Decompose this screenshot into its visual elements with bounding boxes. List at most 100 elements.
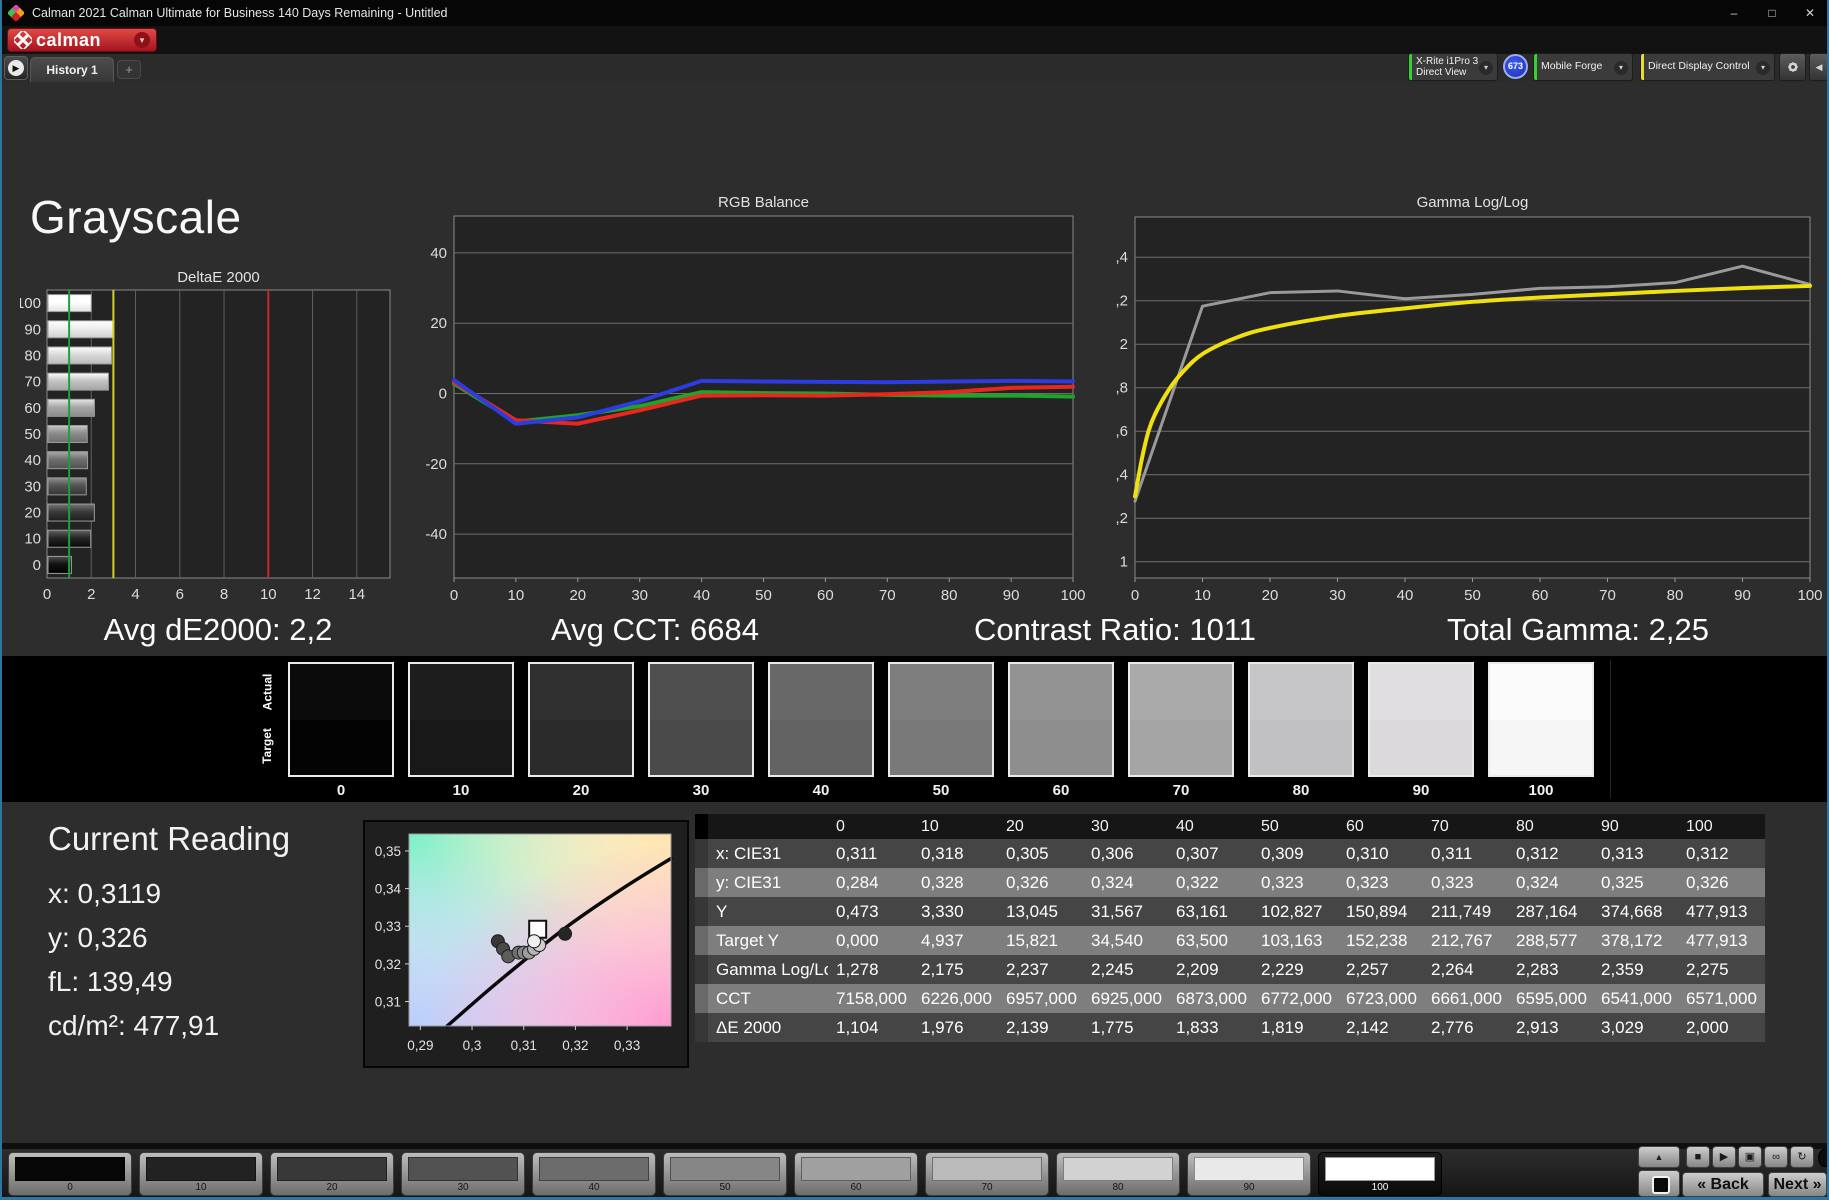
add-tab-button[interactable]: + (117, 60, 141, 79)
source-dropdown[interactable]: Mobile Forge ▾ (1533, 53, 1633, 81)
table-cell: 15,821 (1006, 931, 1058, 950)
target-row-label: Target (260, 728, 275, 764)
reading-y: y: 0,326 (48, 922, 148, 953)
display-control-dropdown[interactable]: Direct Display Control ▾ (1640, 53, 1775, 81)
table-cell: 6661,000 (1431, 989, 1502, 1008)
pattern-button-60[interactable]: 60 (794, 1152, 918, 1196)
rgb-balance-chart: RGB Balance 40 20 0 -20 -40 0 10 20 30 40 50 60 70 80 9… (420, 190, 1100, 622)
maximize-button[interactable]: □ (1753, 0, 1791, 26)
grayscale-swatch-100: 100 (1488, 662, 1594, 799)
data-table: 0 10 20 30 40 50 60 70 80 90 100 x: CIE31 0,311 0,318… (695, 814, 1765, 1042)
grayscale-swatch-30: 30 (648, 662, 754, 799)
pattern-swatch (408, 1157, 518, 1181)
row-label: Target Y (716, 931, 780, 950)
svg-text:80: 80 (24, 347, 41, 364)
svg-text:80: 80 (1667, 587, 1684, 604)
target-patch (650, 719, 752, 775)
table-cell: 477,913 (1686, 902, 1748, 921)
pattern-label: 20 (326, 1182, 338, 1193)
play-button[interactable]: ▶ (1712, 1146, 1736, 1168)
pattern-label: 10 (195, 1182, 207, 1193)
pattern-button-40[interactable]: 40 (532, 1152, 656, 1196)
svg-text:0: 0 (33, 557, 41, 574)
svg-text:40: 40 (430, 245, 447, 262)
calman-window: Calman 2021 Calman Ultimate for Business… (0, 0, 1829, 1200)
table-cell: 103,163 (1261, 931, 1323, 950)
chevron-down-icon: ▾ (1756, 61, 1770, 75)
cie-chromaticity-chart: 0,35 0,34 0,33 0,32 0,31 0,29 0,3 0,31 0,32 0,33 (363, 820, 689, 1068)
expand-pattern-tray-button[interactable]: ▲ (1638, 1146, 1680, 1168)
menubar: calman ▾ (0, 26, 1829, 67)
svg-text:2,2: 2,2 (1115, 293, 1128, 310)
svg-text:50: 50 (755, 587, 772, 604)
calman-menu-button[interactable]: calman ▾ (7, 28, 157, 52)
pattern-button-100[interactable]: 100 (1318, 1152, 1442, 1196)
column-header: 80 (1516, 818, 1534, 835)
settings-button[interactable] (1779, 53, 1806, 81)
table-row: CCT 7158,000 6226,000 6957,000 6925,000 6873,… (695, 984, 1765, 1013)
stop-button[interactable]: ■ (1686, 1146, 1710, 1168)
chevron-down-icon: ▾ (134, 32, 150, 48)
svg-text:100: 100 (1797, 587, 1822, 604)
row-label: Y (716, 902, 728, 921)
deltae-chart: DeltaE 2000 0 2 4 6 8 10 12 14 100 90 80 70 60 50 40 30 2… (16, 268, 420, 618)
target-patch (770, 719, 872, 775)
svg-text:70: 70 (879, 587, 896, 604)
current-reading-title: Current Reading (48, 820, 291, 857)
table-cell: 6571,000 (1686, 989, 1757, 1008)
meter-dropdown[interactable]: X-Rite i1Pro 3 Direct View ▾ (1408, 53, 1498, 81)
row-label: Gamma Log/Log (716, 960, 828, 979)
pattern-window-button[interactable] (1638, 1170, 1680, 1197)
grayscale-swatch-60: 60 (1008, 662, 1114, 799)
refresh-button[interactable]: ↻ (1790, 1146, 1814, 1168)
target-patch (1010, 719, 1112, 775)
back-button[interactable]: « Back (1682, 1172, 1764, 1197)
meter-name: X-Rite i1Pro 3 (1416, 56, 1479, 67)
table-cell: 2,913 (1516, 1018, 1559, 1037)
actual-patch (410, 664, 512, 720)
close-button[interactable]: ✕ (1791, 0, 1829, 26)
table-cell: 7158,000 (836, 989, 907, 1008)
swatch-label: 50 (932, 782, 950, 799)
tab-history-1[interactable]: History 1 (30, 57, 114, 82)
table-cell: 0,325 (1601, 873, 1644, 892)
display-control-status-bar (1641, 54, 1644, 80)
continuous-button[interactable]: ∞ (1764, 1146, 1788, 1168)
pattern-button-70[interactable]: 70 (925, 1152, 1049, 1196)
table-cell: 3,029 (1601, 1018, 1644, 1037)
pattern-button-0[interactable]: 0 (8, 1152, 132, 1196)
table-cell: 378,172 (1601, 931, 1663, 950)
sidebar-expander-button[interactable]: ▶ (4, 56, 28, 80)
chevron-down-icon: ▾ (1479, 61, 1493, 75)
column-header: 30 (1091, 818, 1109, 835)
table-cell: 0,324 (1091, 873, 1134, 892)
pattern-button-10[interactable]: 10 (139, 1152, 263, 1196)
grayscale-swatch-80: 80 (1248, 662, 1354, 799)
swatch-label: 80 (1292, 782, 1310, 799)
table-gutter (695, 926, 708, 955)
pattern-button-30[interactable]: 30 (401, 1152, 525, 1196)
pattern-button-80[interactable]: 80 (1056, 1152, 1180, 1196)
minimize-button[interactable]: – (1715, 0, 1753, 26)
table-cell: 2,142 (1346, 1018, 1389, 1037)
table-row: Y 0,473 3,330 13,045 31,567 63,161 102,827 150,… (695, 897, 1765, 926)
target-patch (890, 719, 992, 775)
svg-text:90: 90 (1003, 587, 1020, 604)
next-button[interactable]: Next » (1768, 1172, 1827, 1197)
pattern-button-90[interactable]: 90 (1187, 1152, 1311, 1196)
table-cell: 1,833 (1176, 1018, 1219, 1037)
pattern-button-50[interactable]: 50 (663, 1152, 787, 1196)
pattern-button-20[interactable]: 20 (270, 1152, 394, 1196)
table-gutter (695, 955, 708, 984)
meter-count-badge: 673 (1503, 54, 1528, 79)
table-cell: 0,307 (1176, 844, 1219, 863)
table-cell: 2,000 (1686, 1018, 1729, 1037)
step-button[interactable]: ▣ (1738, 1146, 1762, 1168)
table-row: x: CIE31 0,311 0,318 0,305 0,306 0,307 0,309 0,… (695, 839, 1765, 868)
pattern-swatch (539, 1157, 649, 1181)
table-cell: 6925,000 (1091, 989, 1162, 1008)
swatch-label: 70 (1172, 782, 1190, 799)
pattern-swatch (146, 1157, 256, 1181)
table-cell: 2,264 (1431, 960, 1474, 979)
collapse-tray-button[interactable]: ◀ (1809, 53, 1829, 81)
